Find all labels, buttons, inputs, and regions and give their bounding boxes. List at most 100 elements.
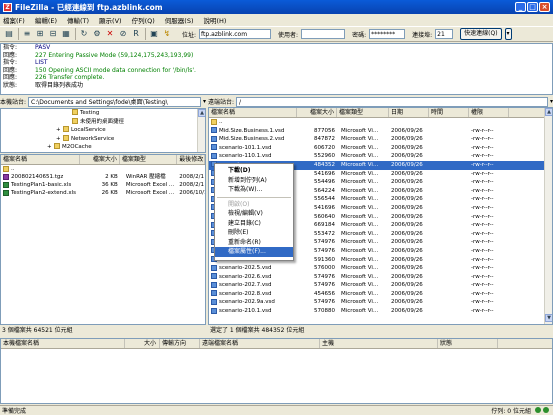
xls-icon <box>3 189 9 196</box>
local-col-header[interactable]: 檔案類型 <box>120 155 178 164</box>
toggle-log-icon[interactable]: ≡ <box>21 28 33 40</box>
local-col-header[interactable]: 最後修改 <box>177 155 205 164</box>
remote-col-header[interactable]: 時間 <box>429 108 469 117</box>
remote-file-type: Microsoft Vi... <box>341 196 379 203</box>
queue-col-header[interactable]: 遠端檔案名稱 <box>200 339 320 348</box>
tree-node[interactable]: + LocalService <box>1 126 205 135</box>
queue-col-header[interactable]: 本機檔案名稱 <box>1 339 125 348</box>
user-input[interactable] <box>301 29 346 39</box>
pass-input[interactable] <box>369 29 406 39</box>
remote-file-size: 560640 <box>314 213 335 220</box>
queue-col-header[interactable]: 狀態 <box>438 339 498 348</box>
local-dir-tree[interactable]: ▲ Testing 未使用的桌面捷徑 + LocalService + NetworkSe… <box>0 108 206 153</box>
toggle-remote-tree-icon[interactable]: ⊟ <box>47 28 59 40</box>
visio-file-icon <box>211 135 217 142</box>
remote-file-date: 2006/09/26 <box>391 153 423 160</box>
menu-item-3[interactable]: 顯示(V) <box>99 15 122 25</box>
minimize-button[interactable]: _ <box>515 2 526 12</box>
local-file-row[interactable]: TestingPlan2-extend.xls 26 KB Microsoft Ex… <box>1 189 205 197</box>
remote-file-date: 2006/09/26 <box>391 282 423 289</box>
host-input[interactable] <box>199 29 272 39</box>
context-menu-item[interactable]: 檔案屬性(F)... <box>215 247 293 257</box>
tree-node[interactable]: 未使用的桌面捷徑 <box>1 117 205 127</box>
tree-expand-icon[interactable] <box>65 118 72 127</box>
close-button[interactable]: × <box>539 2 550 12</box>
remote-col-header[interactable]: 權限 <box>469 108 509 117</box>
compare-icon[interactable]: ↯ <box>161 28 173 40</box>
remote-file-type: Microsoft Vi... <box>341 265 379 272</box>
site-manager-icon[interactable]: ▤ <box>3 28 15 40</box>
remote-scrollbar[interactable]: ▲ ▼ <box>544 108 552 324</box>
remote-file-row[interactable]: .. <box>209 118 552 127</box>
local-file-row[interactable]: 200802140651.tgz 2 KB WinRAR 壓縮檔 2008/2/1 <box>1 173 205 181</box>
transfer-queue[interactable]: 本機檔案名稱 大小 傳輸方向 遠端檔案名稱 主機 狀態 <box>0 338 553 404</box>
tree-node[interactable]: Testing <box>1 109 205 118</box>
context-menu-item[interactable]: 下載(D) <box>215 166 293 176</box>
maximize-button[interactable]: □ <box>527 2 538 12</box>
process-queue-icon[interactable]: ⚙ <box>91 28 103 40</box>
remote-col-header[interactable]: 日期 <box>389 108 429 117</box>
menu-item-5[interactable]: 伺服器(S) <box>165 15 194 25</box>
menu-item-6[interactable]: 說明(H) <box>203 15 226 25</box>
remote-file-size: 570880 <box>314 308 335 315</box>
local-file-list[interactable]: 檔案名稱 檔案大小 檔案類型 最後修改 .. 200802140651.tgz 2 KB W… <box>0 154 206 325</box>
cancel-icon[interactable]: ✕ <box>104 28 116 40</box>
tree-expand-icon[interactable]: + <box>56 126 63 135</box>
remote-file-row[interactable]: scenario-202.8.vsd 454656 Microsoft Vi... 2… <box>209 290 552 299</box>
context-menu-item[interactable]: 下載為(W)... <box>215 185 293 195</box>
local-file-row[interactable]: .. <box>1 165 205 173</box>
menu-item-0[interactable]: 檔案(F) <box>3 15 25 25</box>
context-menu-item[interactable]: 重新命名(R) <box>215 238 293 248</box>
remote-col-header[interactable]: 檔案大小 <box>297 108 337 117</box>
remote-file-row[interactable]: scenario-202.7.vsd 574976 Microsoft Vi... 2… <box>209 281 552 290</box>
tree-node[interactable]: + NetworkService <box>1 134 205 144</box>
remote-file-row[interactable]: scenario-202.5.vsd 576000 Microsoft Vi... 2… <box>209 264 552 273</box>
queue-col-header[interactable]: 主機 <box>320 339 438 348</box>
tree-expand-icon[interactable] <box>65 109 72 118</box>
menu-item-2[interactable]: 傳輸(T) <box>67 15 89 25</box>
menu-item-1[interactable]: 編輯(E) <box>35 15 57 25</box>
tree-node[interactable]: + M2OCache <box>1 143 205 152</box>
context-menu-item[interactable]: 建立目錄(C) <box>215 219 293 229</box>
local-col-header[interactable]: 檔案大小 <box>80 155 120 164</box>
port-input[interactable] <box>435 29 454 39</box>
local-file-date: 2008/2/1 <box>179 182 204 188</box>
queue-col-header[interactable]: 傳輸方向 <box>160 339 200 348</box>
remote-file-row[interactable]: scenario-202.6.vsd 574976 Microsoft Vi... 2… <box>209 273 552 282</box>
toggle-local-tree-icon[interactable]: ⊞ <box>34 28 46 40</box>
context-menu-item[interactable]: 刪除(E) <box>215 228 293 238</box>
remote-col-header[interactable]: 檔案類型 <box>337 108 389 117</box>
quickconnect-button[interactable]: 快速連線(Q) <box>460 28 502 40</box>
context-menu-item[interactable]: 檢視/編輯(V) <box>215 209 293 219</box>
local-path-input[interactable]: C:\Documents and Settings\fode\桌面\Testin… <box>28 96 201 107</box>
context-menu-item[interactable]: 新增到佇列(A) <box>215 176 293 186</box>
remote-file-row[interactable]: Mid.Size.Business.1.vsd 877056 Microsoft V… <box>209 127 552 136</box>
tree-expand-icon[interactable]: + <box>56 135 63 144</box>
remote-file-size: 553472 <box>314 230 335 237</box>
menu-item-4[interactable]: 佇列(Q) <box>132 15 155 25</box>
tree-expand-icon[interactable]: + <box>47 143 54 152</box>
local-tree-scrollbar[interactable]: ▲ <box>197 109 205 152</box>
remote-col-header[interactable]: 檔案名稱 <box>209 108 297 117</box>
remote-file-row[interactable]: scenario-202.9a.vsd 574976 Microsoft Vi...… <box>209 298 552 307</box>
local-path-dropdown-icon[interactable]: ▾ <box>203 98 206 105</box>
reconnect-icon[interactable]: R <box>130 28 142 40</box>
remote-file-row[interactable]: scenario-210.1.vsd 570880 Microsoft Vi... 2… <box>209 307 552 316</box>
local-file-row[interactable]: TestingPlan1-basic.xls 36 KB Microsoft Exc… <box>1 181 205 189</box>
quickconnect-dropdown[interactable]: ▾ <box>504 28 512 40</box>
remote-file-name-cell: .. <box>209 118 297 127</box>
filter-icon[interactable]: ▣ <box>148 28 160 40</box>
queue-col-header[interactable]: 大小 <box>125 339 160 348</box>
visio-file-icon <box>211 144 217 151</box>
remote-path-input[interactable]: / <box>236 96 548 107</box>
remote-file-time <box>429 178 469 187</box>
remote-file-row[interactable]: scenario-101.1.vsd 606720 Microsoft Vi... 2… <box>209 144 552 153</box>
toggle-queue-icon[interactable]: ▦ <box>60 28 72 40</box>
remote-file-row[interactable]: scenario-110.1.vsd 552960 Microsoft Vi... 2… <box>209 152 552 161</box>
local-file-size: 36 KB <box>101 182 118 188</box>
refresh-icon[interactable]: ↻ <box>78 28 90 40</box>
message-log[interactable]: 指令: PASV 回應: 227 Entering Passive Mode (59,… <box>0 43 553 95</box>
remote-file-row[interactable]: Mid.Size.Business.2.vsd 847872 Microsoft V… <box>209 135 552 144</box>
local-col-header[interactable]: 檔案名稱 <box>1 155 81 164</box>
disconnect-icon[interactable]: ⊘ <box>117 28 129 40</box>
